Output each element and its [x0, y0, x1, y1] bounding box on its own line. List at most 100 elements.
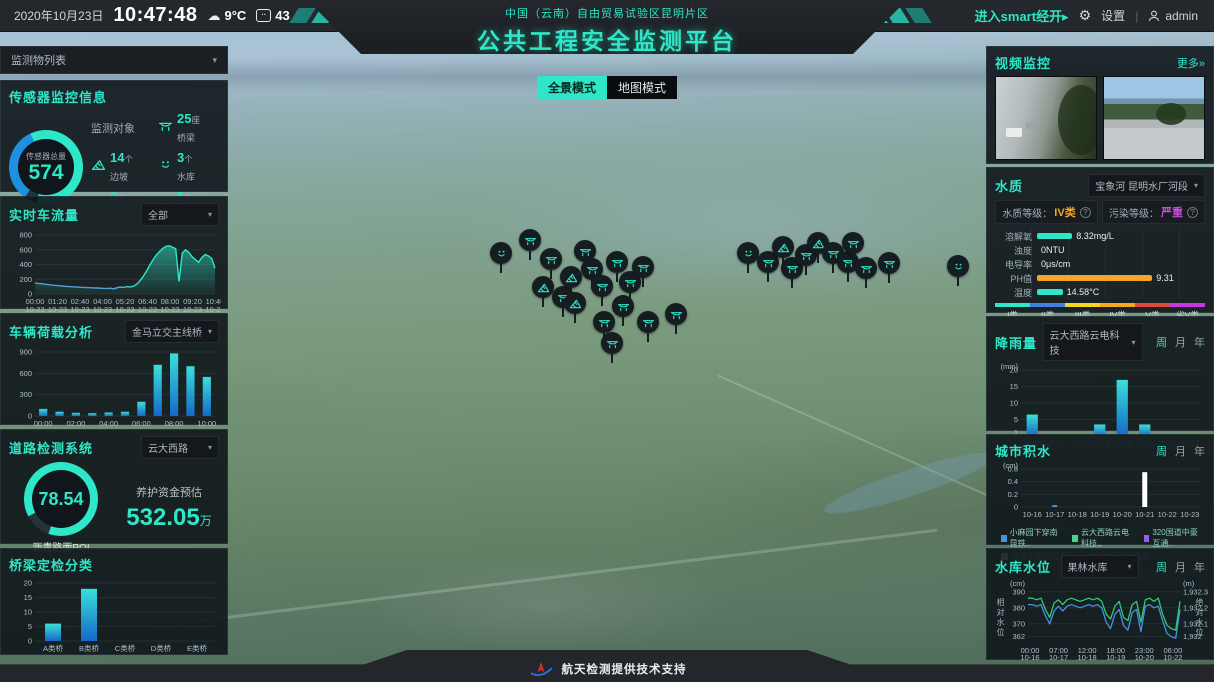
tab-month[interactable]: 月 [1175, 443, 1186, 459]
fund-unit: 万 [200, 514, 212, 528]
enter-smart-link[interactable]: 进入smart经开▸ [975, 6, 1069, 25]
map-marker-bridge[interactable] [665, 303, 687, 325]
map-marker-bridge[interactable] [591, 275, 613, 297]
map-marker-slope[interactable] [564, 292, 586, 314]
map-marker-bridge[interactable] [540, 248, 562, 270]
map-marker-bridge[interactable] [637, 311, 659, 333]
settings-button[interactable]: 设置 [1101, 7, 1125, 24]
map-marker-bridge[interactable] [855, 257, 877, 279]
map-marker-bridge[interactable] [519, 229, 541, 251]
svg-text:0.2: 0.2 [1008, 490, 1018, 499]
traffic-dropdown[interactable]: 全部▾ [141, 203, 219, 226]
video-feed-2[interactable] [1103, 76, 1205, 160]
water-metric-row: 溶解氧8.32mg/L [995, 229, 1205, 243]
water-metric-row: 电导率0μs/cm [995, 257, 1205, 271]
map-marker-bridge[interactable] [606, 251, 628, 273]
water-dropdown[interactable]: 宝象河 昆明水厂河段▾ [1088, 174, 1205, 197]
mode-switch: 全景模式 地图模式 [537, 76, 677, 99]
tab-year[interactable]: 年 [1194, 559, 1205, 575]
water-grade-value: IV类 [1054, 204, 1075, 220]
svg-text:C类桥: C类桥 [115, 643, 136, 653]
info-icon[interactable]: ? [1080, 207, 1091, 218]
svg-text:06:00: 06:00 [132, 419, 151, 428]
svg-text:20: 20 [24, 579, 32, 588]
water-grade-badge: 水质等级：IV类 ? [995, 200, 1098, 224]
traffic-panel: 实时车流量 全部▾ 020040060080000:0010-2301:2010… [0, 196, 228, 309]
dashboard: 2020年10月23日 10:47:48 ☁ 9°C ·· 43 优 进入sma… [0, 0, 1214, 682]
sensor-info-panel: 传感器监控信息 传感器总量 574 监测对象 25座桥梁 14个边坡 3个水库 … [0, 80, 228, 192]
map-marker-bridge[interactable] [612, 295, 634, 317]
svg-text:10: 10 [24, 608, 32, 617]
water-quality-panel: 水质 宝象河 昆明水厂河段▾ 水质等级：IV类 ? 污染等级：严重 ? 溶解氧8… [986, 167, 1214, 313]
maintenance-fund: 养护资金预估 532.05万 [119, 484, 219, 532]
reservoir-level-panel: 水库水位 果林水库▾ 周 月 年 相对水位 绝对水位 390380370362(… [986, 548, 1214, 660]
gear-icon[interactable]: ⚙ [1079, 7, 1092, 24]
flood-chart: 00.20.40.6(cm)10-1610-1710-1810-1910-201… [995, 462, 1205, 525]
video-feed-1[interactable] [995, 76, 1097, 160]
datetime-group: 2020年10月23日 10:47:48 ☁ 9°C ·· 43 优 [0, 4, 305, 27]
svg-text:300: 300 [19, 390, 32, 399]
map-marker-bridge[interactable] [593, 311, 615, 333]
info-icon[interactable]: ? [1187, 207, 1198, 218]
tab-year[interactable]: 年 [1194, 443, 1205, 459]
pollution-badge: 污染等级：严重 ? [1102, 200, 1205, 224]
svg-text:10-22: 10-22 [1163, 653, 1182, 662]
svg-text:10-20: 10-20 [1135, 653, 1154, 662]
map-marker-slope[interactable] [532, 276, 554, 298]
chevron-down-icon: ▾ [1131, 338, 1135, 347]
tab-week[interactable]: 周 [1156, 559, 1167, 575]
svg-text:600: 600 [19, 369, 32, 378]
svg-text:10-23: 10-23 [1180, 510, 1199, 519]
bridge-chart: 05101520A类桥B类桥C类桥D类桥E类桥 [9, 576, 219, 659]
map-marker-face[interactable] [737, 242, 759, 264]
reservoir-dropdown[interactable]: 果林水库▾ [1061, 555, 1139, 578]
aqi-icon: ·· [256, 9, 271, 22]
chevron-down-icon: ▾ [1127, 562, 1131, 571]
fund-value: 532.05 [126, 504, 199, 531]
tab-week[interactable]: 周 [1156, 334, 1167, 350]
svg-text:10-16: 10-16 [1023, 510, 1042, 519]
map-mode-button[interactable]: 地图模式 [607, 76, 677, 99]
road-title: 道路检测系统 [9, 438, 93, 457]
aerospace-logo [528, 661, 554, 677]
page-title: 公共工程安全监测平台 [307, 22, 907, 56]
map-marker-face[interactable] [947, 255, 969, 277]
map-marker-face[interactable] [490, 242, 512, 264]
bridge-icon [158, 118, 173, 138]
tab-week[interactable]: 周 [1156, 443, 1167, 459]
tab-month[interactable]: 月 [1175, 334, 1186, 350]
svg-text:0: 0 [1014, 503, 1018, 512]
chevron-down-icon: ▾ [208, 210, 212, 219]
object-slope: 14个边坡 [91, 149, 152, 185]
reservoir-icon [158, 157, 173, 177]
load-title: 车辆荷载分析 [9, 322, 93, 341]
date-label: 2020年10月23日 [14, 7, 103, 24]
video-more-link[interactable]: 更多» [1177, 55, 1205, 71]
tab-month[interactable]: 月 [1175, 559, 1186, 575]
svg-text:362: 362 [1012, 632, 1025, 641]
map-marker-slope[interactable] [772, 236, 794, 258]
flood-title: 城市积水 [995, 441, 1051, 460]
user-icon [1148, 10, 1160, 22]
map-marker-bridge[interactable] [842, 232, 864, 254]
flood-tabs: 周 月 年 [1156, 443, 1205, 459]
map-marker-bridge[interactable] [632, 256, 654, 278]
map-marker-bridge[interactable] [601, 332, 623, 354]
load-dropdown[interactable]: 金马立交主线桥▾ [125, 320, 219, 343]
road-dropdown[interactable]: 云大西路▾ [141, 436, 219, 459]
water-title: 水质 [995, 176, 1023, 195]
svg-text:00:00: 00:00 [34, 419, 53, 428]
user-menu[interactable]: admin [1148, 9, 1198, 23]
rain-dropdown[interactable]: 云大西路云电科技▾ [1043, 323, 1143, 361]
monitor-list-dropdown[interactable]: 监测物列表 ▾ [0, 46, 228, 74]
panorama-mode-button[interactable]: 全景模式 [537, 76, 607, 99]
svg-text:10-17: 10-17 [1045, 510, 1064, 519]
svg-text:5: 5 [28, 622, 32, 631]
tab-year[interactable]: 年 [1194, 334, 1205, 350]
svg-text:(cm): (cm) [1010, 580, 1025, 588]
legend-item: 小麻园下穿南昆铁.. [1001, 527, 1064, 549]
map-marker-slope[interactable] [560, 266, 582, 288]
pqi-value: 78.54 [32, 470, 90, 528]
svg-text:900: 900 [19, 348, 32, 357]
map-marker-bridge[interactable] [878, 252, 900, 274]
